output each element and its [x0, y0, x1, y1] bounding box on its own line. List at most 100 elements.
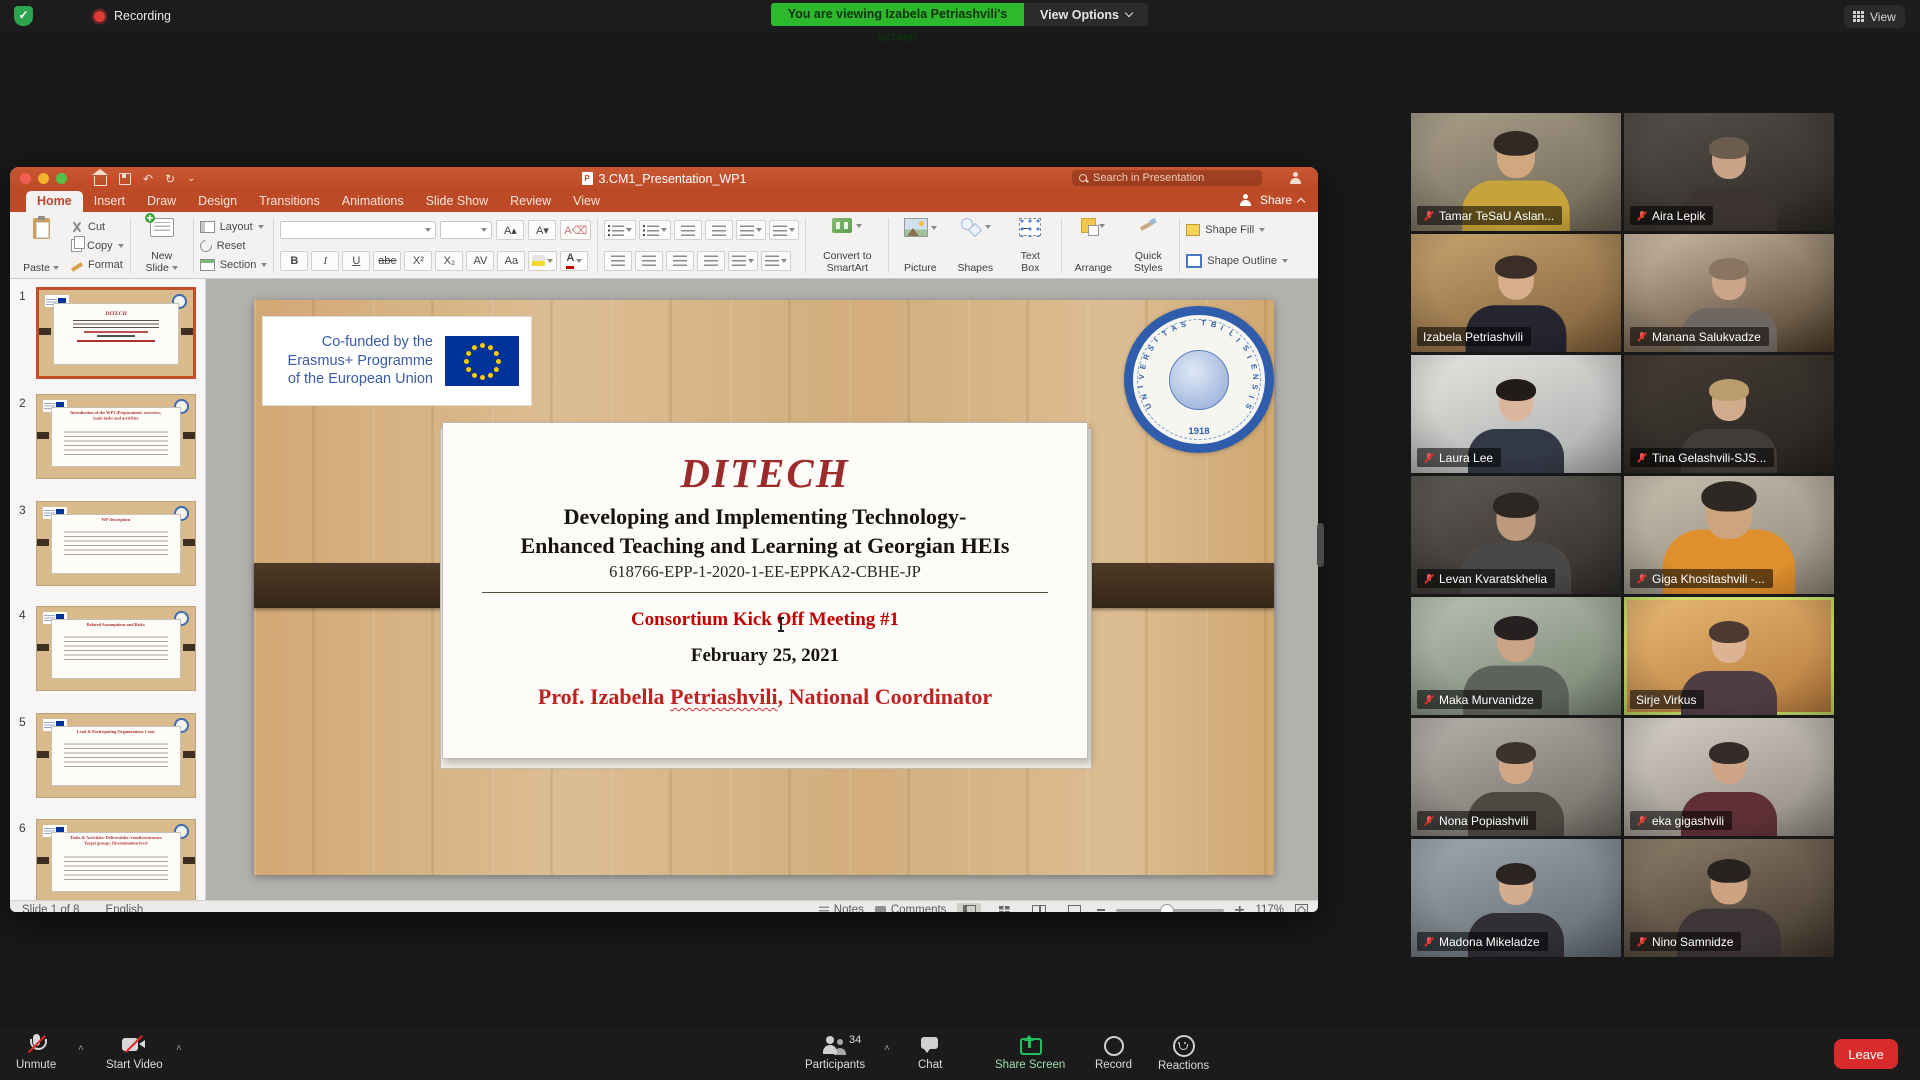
align-center-button[interactable] [635, 251, 663, 271]
zoom-out-button[interactable] [1097, 909, 1105, 911]
align-left-button[interactable] [604, 251, 632, 271]
line-spacing-button[interactable] [736, 220, 766, 240]
reactions-button[interactable]: Reactions [1158, 1034, 1209, 1073]
tab-transitions[interactable]: Transitions [248, 191, 331, 212]
slide-thumbnail-5[interactable]: Lead & Participating Organizations Costs [36, 713, 196, 798]
font-size-select[interactable] [440, 221, 492, 239]
slide[interactable]: Co-funded by the Erasmus+ Programme of t… [254, 300, 1274, 875]
participant-tile[interactable]: Madona Mikeladze [1411, 839, 1621, 957]
highlight-color-button[interactable] [528, 251, 557, 271]
text-box-button[interactable]: Text Box [1005, 215, 1055, 276]
tab-view[interactable]: View [562, 191, 611, 212]
tab-design[interactable]: Design [187, 191, 248, 212]
slide-thumbnail-3[interactable]: WP description [36, 501, 196, 586]
tab-slide-show[interactable]: Slide Show [415, 191, 500, 212]
align-right-button[interactable] [666, 251, 694, 271]
font-color-button[interactable]: A [560, 251, 588, 271]
text-direction-button[interactable] [728, 251, 758, 271]
reading-view-button[interactable] [1027, 903, 1051, 913]
shapes-button[interactable]: Shapes [950, 215, 1000, 276]
reset-button[interactable]: Reset [200, 237, 268, 254]
participant-tile[interactable]: Sirje Virkus [1624, 597, 1834, 715]
tab-draw[interactable]: Draw [136, 191, 187, 212]
chat-button[interactable]: Chat [918, 1034, 942, 1072]
close-window-button[interactable] [20, 173, 31, 184]
participant-tile[interactable]: Levan Kvaratskhelia [1411, 476, 1621, 594]
fit-slide-button[interactable] [1295, 904, 1308, 913]
security-shield-icon[interactable]: ✓ [14, 6, 33, 26]
language-indicator[interactable]: English [106, 904, 144, 912]
font-style-button-aa[interactable]: Aa [497, 251, 525, 271]
font-style-button-x₂[interactable]: X₂ [435, 251, 463, 271]
participant-tile[interactable]: Manana Salukvadze [1624, 234, 1834, 352]
paste-button[interactable]: Paste [16, 215, 66, 276]
slide-thumbnail-2[interactable]: Introduction of the WP1 (Preparation): o… [36, 394, 196, 479]
participant-tile[interactable]: Laura Lee [1411, 355, 1621, 473]
view-options-button[interactable]: View Options [1024, 3, 1148, 26]
cut-button[interactable]: Cut [71, 218, 124, 235]
font-style-button-u[interactable]: U [342, 251, 370, 271]
justify-button[interactable] [697, 251, 725, 271]
minimize-window-button[interactable] [38, 173, 49, 184]
increase-font-button[interactable]: A▴ [496, 220, 524, 240]
layout-button[interactable]: Layout [200, 218, 268, 235]
collapse-ribbon-icon[interactable] [1297, 197, 1305, 205]
title-card[interactable]: DITECH Developing and Implementing Techn… [442, 422, 1088, 759]
font-style-button-abe[interactable]: abe [373, 251, 401, 271]
participant-tile[interactable]: Izabela Petriashvili [1411, 234, 1621, 352]
arrange-button[interactable]: Arrange [1068, 215, 1118, 276]
align-text-button[interactable] [761, 251, 791, 271]
zoom-in-button[interactable] [1235, 906, 1244, 913]
zoom-slider[interactable] [1116, 909, 1224, 912]
participant-tile[interactable]: Tina Gelashvili-SJS... [1624, 355, 1834, 473]
ppt-titlebar[interactable]: ↶ ↻ ⌄ P 3.CM1_Presentation_WP1 Search in… [10, 167, 1318, 190]
font-style-button-b[interactable]: B [280, 251, 308, 271]
participants-button[interactable]: 34 Participants [805, 1034, 865, 1072]
section-button[interactable]: Section [200, 256, 268, 273]
save-icon[interactable] [119, 173, 131, 185]
undo-icon[interactable]: ↶ [143, 172, 153, 186]
participants-options-chevron[interactable]: ˄ [884, 1043, 890, 1054]
slideshow-button[interactable] [1062, 903, 1086, 913]
zoom-slider-knob[interactable] [1160, 904, 1174, 912]
new-slide-button[interactable]: New Slide [137, 215, 187, 276]
participant-tile[interactable]: Aira Lepik [1624, 113, 1834, 231]
slide-thumbnail-4[interactable]: Related Assumptions and Risks [36, 606, 196, 691]
decrease-font-button[interactable]: A▾ [528, 220, 556, 240]
tab-home[interactable]: Home [26, 191, 83, 212]
copy-button[interactable]: Copy [71, 237, 124, 254]
participant-tile[interactable]: Tamar TeSaU Aslan... [1411, 113, 1621, 231]
record-button[interactable]: Record [1095, 1034, 1132, 1072]
comments-button[interactable]: Comments [875, 904, 947, 912]
tab-review[interactable]: Review [499, 191, 562, 212]
bullets-button[interactable] [604, 220, 636, 240]
font-style-button-av[interactable]: AV [466, 251, 494, 271]
participant-tile[interactable]: eka gigashvili [1624, 718, 1834, 836]
participant-tile[interactable]: Nino Samnidze [1624, 839, 1834, 957]
tab-insert[interactable]: Insert [83, 191, 136, 212]
account-person-icon[interactable] [1289, 172, 1302, 185]
home-icon[interactable] [94, 176, 107, 186]
customize-toolbar-icon[interactable]: ⌄ [187, 173, 195, 184]
search-input[interactable]: Search in Presentation [1072, 170, 1262, 186]
normal-view-button[interactable] [957, 903, 981, 913]
redo-icon[interactable]: ↻ [165, 172, 175, 186]
panel-resize-handle[interactable] [1317, 523, 1324, 567]
slide-sorter-view-button[interactable] [992, 903, 1016, 913]
font-name-select[interactable] [280, 221, 436, 239]
picture-button[interactable]: Picture [895, 215, 945, 276]
quick-styles-button[interactable]: Quick Styles [1123, 215, 1173, 276]
slide-thumbnail-1[interactable]: DITECH [36, 287, 196, 379]
share-screen-button[interactable]: Share Screen [995, 1034, 1065, 1072]
start-video-button[interactable]: Start Video [106, 1034, 163, 1072]
numbering-button[interactable] [639, 220, 671, 240]
convert-smartart-button[interactable]: Convert to SmartArt [812, 215, 882, 276]
leave-button[interactable]: Leave [1834, 1039, 1898, 1069]
shape-fill-button[interactable]: Shape Fill [1186, 222, 1288, 239]
increase-indent-button[interactable] [705, 220, 733, 240]
view-button[interactable]: View [1844, 5, 1905, 28]
participant-tile[interactable]: Maka Murvanidze [1411, 597, 1621, 715]
font-style-button-i[interactable]: I [311, 251, 339, 271]
participant-tile[interactable]: Giga Khositashvili -... [1624, 476, 1834, 594]
decrease-indent-button[interactable] [674, 220, 702, 240]
